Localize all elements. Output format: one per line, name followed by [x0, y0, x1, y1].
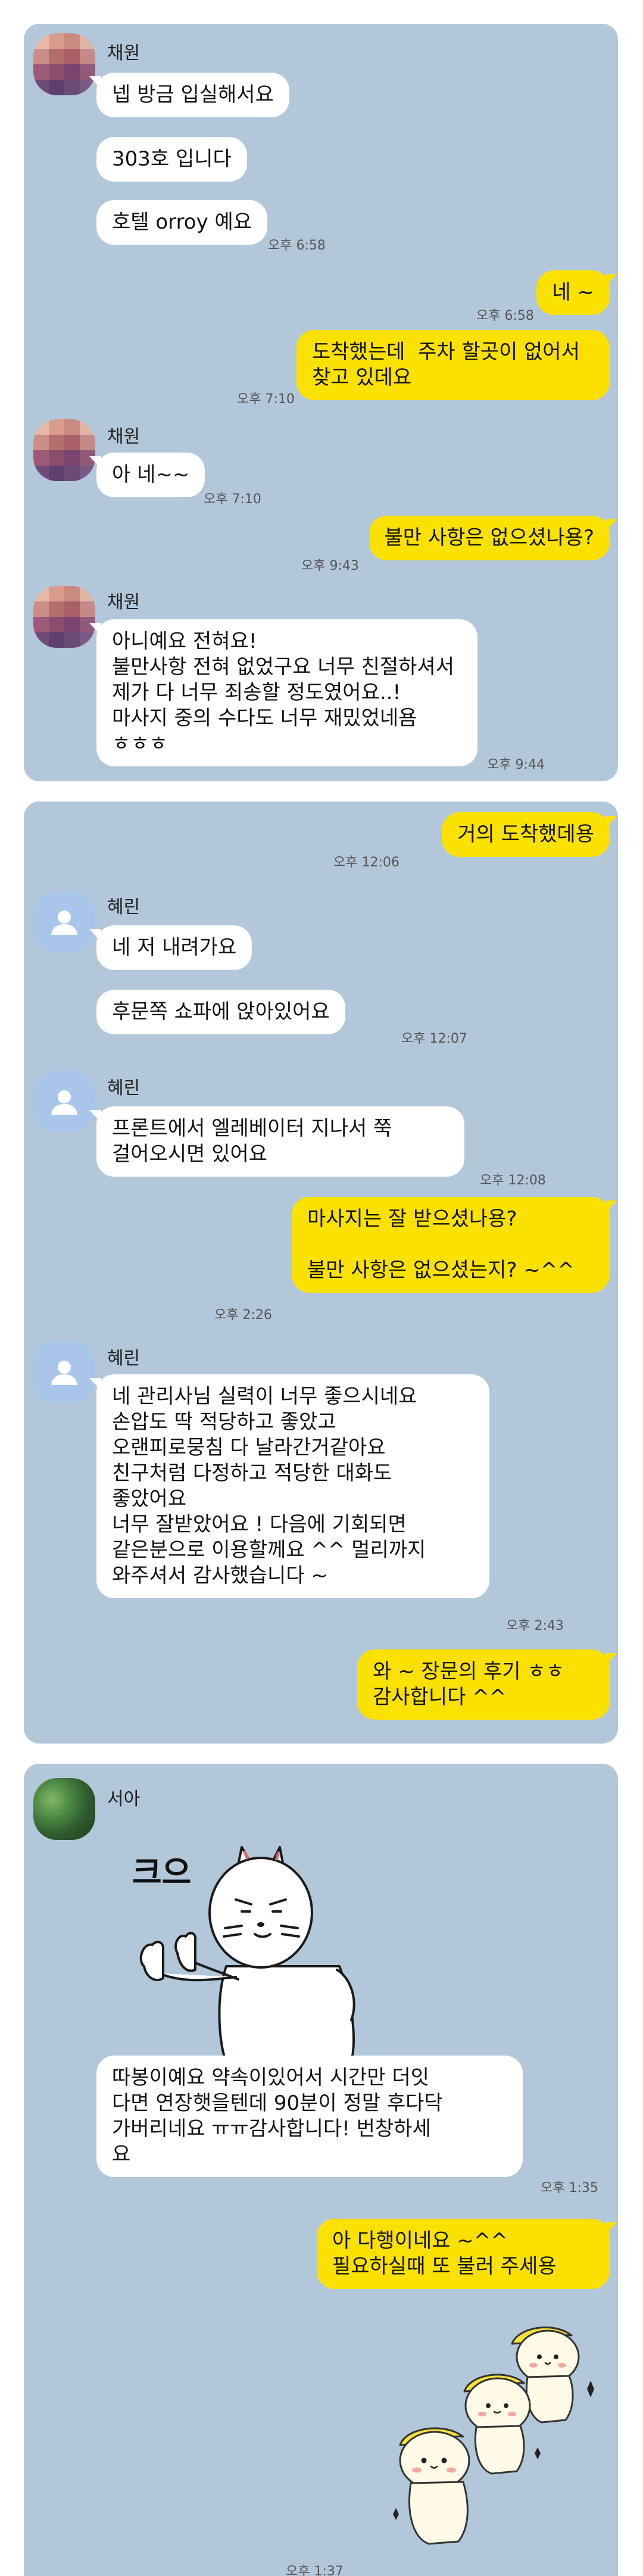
default-profile-avatar[interactable]	[33, 891, 95, 953]
outgoing-message[interactable]: 와 ~ 장문의 후기 ㅎㅎ 감사합니다 ^^	[357, 1649, 617, 1720]
outgoing-message[interactable]: 마사지는 잘 받으셨나용? 불만 사항은 없으셨는지? ~^^	[292, 1197, 617, 1293]
profile-avatar[interactable]	[33, 586, 95, 648]
outgoing-message[interactable]: 거의 도착했데용	[442, 812, 617, 857]
incoming-message[interactable]: 네 관리사님 실력이 너무 좋으시네요 손압도 딱 적당하고 좋았고 오랜피로뭉…	[89, 1374, 489, 1598]
incoming-message[interactable]: 아니예요 전혀요! 불만사항 전혀 없었구요 너무 친절하셔서 제가 다 너무 …	[89, 619, 477, 766]
incoming-message[interactable]: 프론트에서 엘레베이터 지나서 쭉 걸어오시면 있어요	[89, 1106, 464, 1177]
outgoing-message[interactable]: 네 ~	[536, 270, 617, 315]
timestamp: 오후 1:35	[541, 2181, 598, 2195]
profile-avatar[interactable]	[33, 419, 95, 481]
timestamp: 오후 7:10	[204, 492, 261, 507]
timestamp: 오후 12:07	[401, 1031, 467, 1046]
cats-with-hats-icon	[393, 2326, 594, 2545]
sender-name: 채원	[107, 592, 141, 613]
chat-screenshot-2: 오후 12:06 거의 도착했데용 혜린 네 저 내려가요 후문쪽 쇼파에 앉아…	[24, 802, 618, 1744]
profile-avatar[interactable]	[33, 33, 95, 95]
outgoing-message[interactable]: 불만 사항은 없으셨나용?	[369, 516, 617, 560]
sender-name: 혜린	[107, 897, 141, 918]
timestamp: 오후 2:43	[506, 1618, 564, 1633]
incoming-message[interactable]: 후문쪽 쇼파에 앉아있어요	[96, 990, 345, 1034]
default-profile-avatar[interactable]	[33, 1071, 95, 1133]
incoming-message[interactable]: 넵 방금 입실해서요	[89, 73, 289, 117]
profile-avatar[interactable]	[33, 1778, 95, 1840]
timestamp: 오후 9:44	[487, 757, 545, 772]
cat-character-icon	[139, 1846, 355, 2062]
timestamp: 오후 12:06	[333, 855, 399, 870]
sender-name: 채원	[107, 43, 141, 64]
outgoing-message[interactable]: 아 다행이네요 ~^^ 필요하실때 또 불러 주세용	[317, 2219, 617, 2289]
sender-name: 혜린	[107, 1348, 141, 1369]
person-icon	[51, 1090, 77, 1115]
outgoing-message[interactable]: 도착했는데 주차 할곳이 없어서 찾고 있데요	[296, 330, 610, 400]
timestamp: 오후 2:26	[214, 1308, 272, 1323]
thumbs-up-sticker[interactable]: 크으	[101, 1823, 387, 2062]
sender-name: 채원	[107, 426, 141, 447]
incoming-message[interactable]: 따봉이예요 약속이있어서 시간만 더잇 다면 연장햇을텐데 90분이 정말 후다…	[96, 2056, 523, 2177]
timestamp: 오후 9:43	[301, 559, 359, 573]
person-icon	[51, 1361, 77, 1385]
timestamp: 오후 7:10	[237, 392, 295, 407]
incoming-message[interactable]: 303호 입니다	[96, 137, 247, 182]
timestamp: 오후 6:58	[476, 308, 534, 323]
incoming-message[interactable]: 네 저 내려가요	[89, 925, 252, 970]
default-profile-avatar[interactable]	[33, 1341, 95, 1403]
chat-screenshot-1: 채원 넵 방금 입실해서요 303호 입니다 호텔 orroy 예요 오후 6:…	[24, 24, 618, 781]
chat-screenshot-3: 서아 크으 따봉이예요 약속이있어서 시간만 더잇 다면 연장햇을텐데 90분이…	[24, 1764, 618, 2576]
incoming-message[interactable]: 호텔 orroy 예요	[96, 200, 268, 245]
sender-name: 서아	[107, 1789, 141, 1810]
timestamp: 오후 1:37	[286, 2564, 344, 2576]
dancing-cats-sticker[interactable]	[375, 2318, 613, 2562]
timestamp: 오후 12:08	[480, 1173, 546, 1188]
timestamp: 오후 6:58	[268, 238, 326, 253]
sender-name: 혜린	[107, 1078, 141, 1099]
person-icon	[51, 910, 77, 935]
incoming-message[interactable]: 아 네~~	[89, 453, 205, 497]
